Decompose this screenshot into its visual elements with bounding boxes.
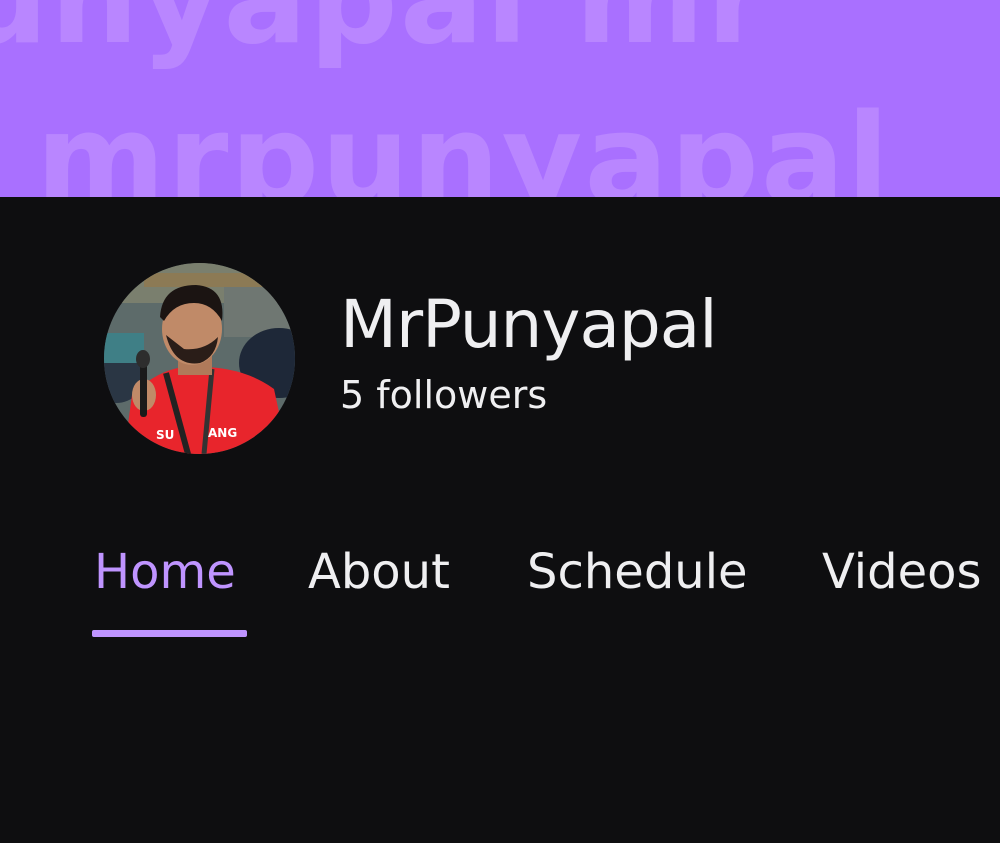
active-tab-indicator xyxy=(92,630,247,637)
avatar[interactable]: SU ANG xyxy=(104,263,295,454)
followers-count: 5 followers xyxy=(340,373,548,417)
tab-schedule[interactable]: Schedule xyxy=(527,548,748,596)
channel-name[interactable]: MrPunyapal xyxy=(340,292,718,358)
tab-about[interactable]: About xyxy=(308,548,450,596)
tab-videos[interactable]: Videos xyxy=(822,548,982,596)
svg-text:SU: SU xyxy=(156,428,174,442)
channel-page: unyapal mr mrpunyapal SU ANG MrPunyapal … xyxy=(0,0,1000,843)
tab-home[interactable]: Home xyxy=(94,548,236,596)
banner-text-line2: mrpunyapal xyxy=(36,88,892,197)
banner-text-line1: unyapal mr xyxy=(0,0,770,72)
svg-text:ANG: ANG xyxy=(208,426,237,440)
avatar-photo-icon: SU ANG xyxy=(104,263,295,454)
channel-banner: unyapal mr mrpunyapal xyxy=(0,0,1000,197)
